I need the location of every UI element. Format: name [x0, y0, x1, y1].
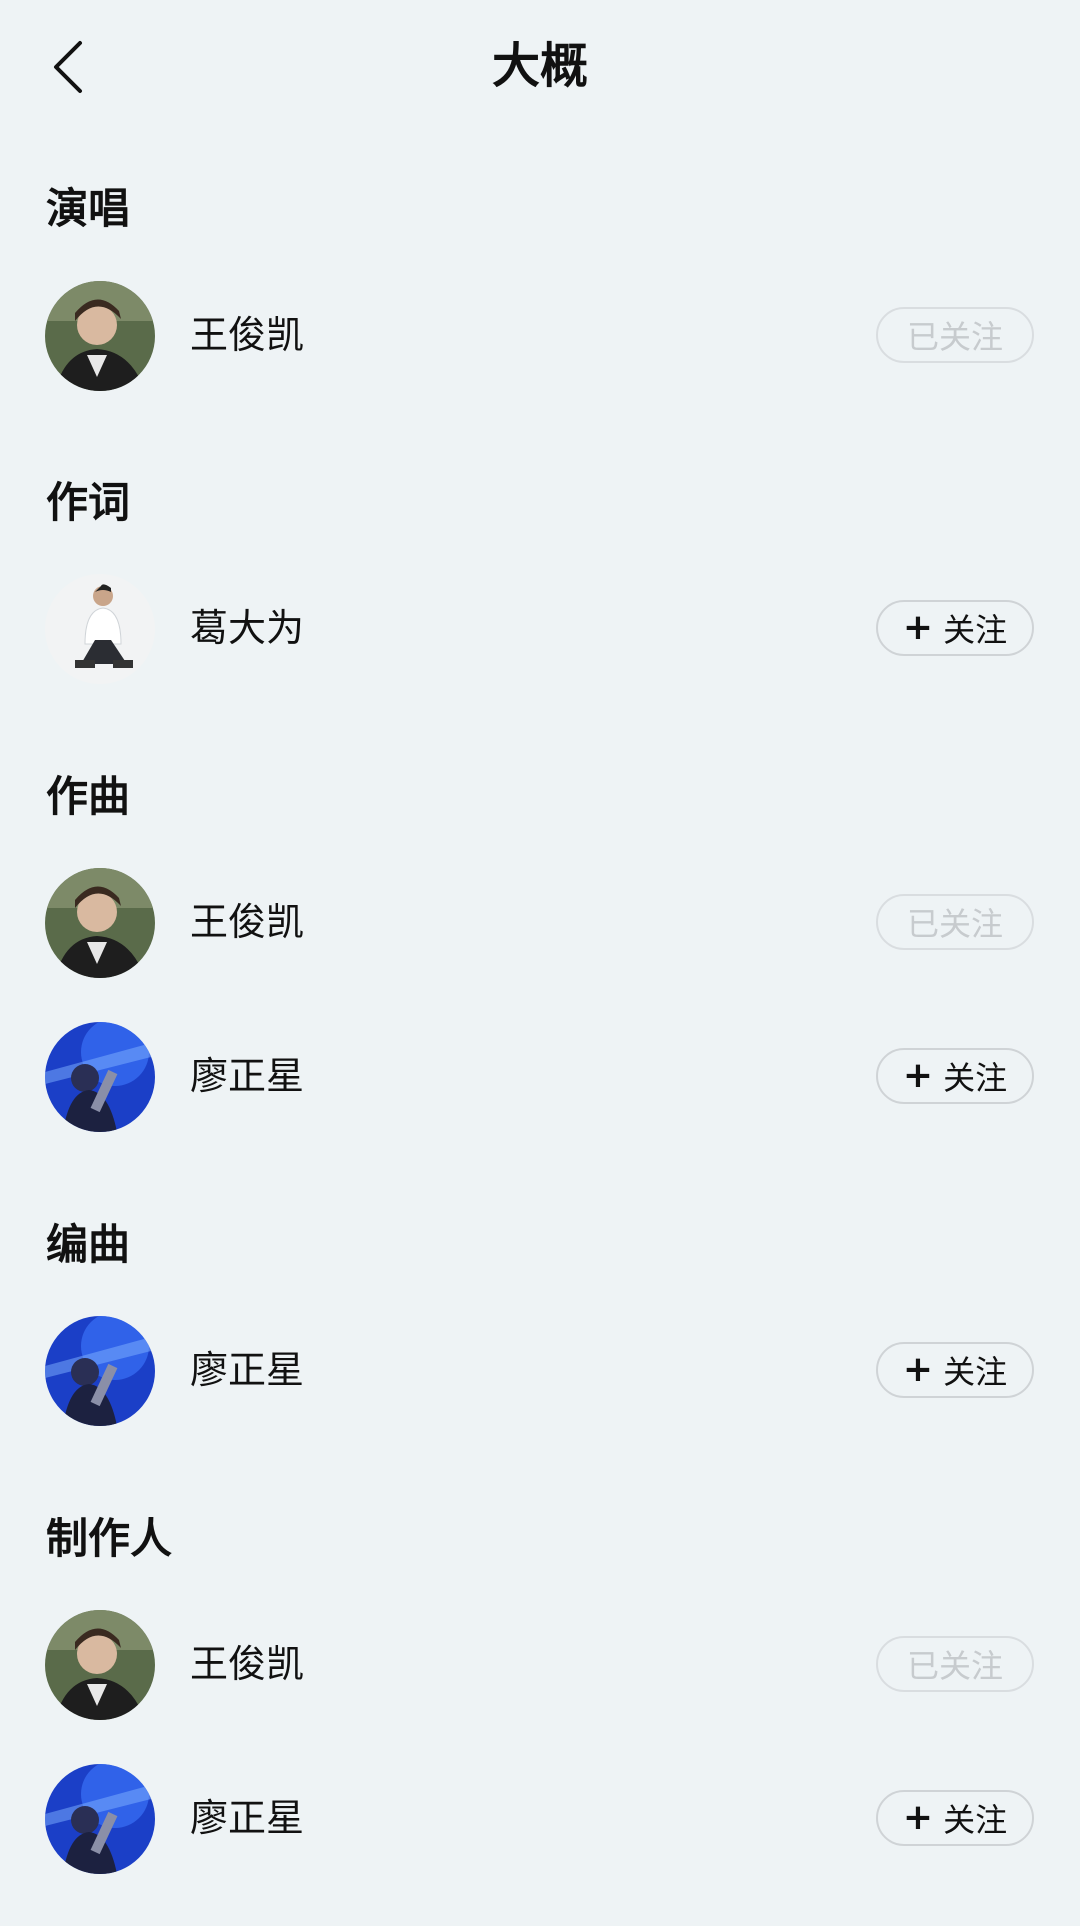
plus-icon: +	[902, 1797, 934, 1838]
plus-icon: +	[902, 607, 934, 648]
person-name: 廖正星	[190, 1054, 305, 1098]
person-name: 廖正星	[190, 1348, 305, 1392]
person-row[interactable]: 王俊凯 已关注	[0, 281, 1080, 393]
follow-button[interactable]: + 关注	[876, 1048, 1034, 1104]
avatar[interactable]	[45, 1764, 155, 1874]
person-name: 王俊凯	[190, 1642, 305, 1686]
person-name: 王俊凯	[190, 900, 305, 944]
follow-button[interactable]: + 关注	[876, 600, 1034, 656]
follow-button[interactable]: + 关注	[876, 1342, 1034, 1398]
following-button[interactable]: 已关注	[876, 894, 1034, 950]
plus-icon: +	[902, 1055, 934, 1096]
follow-label: 已关注	[906, 1647, 1003, 1685]
avatar[interactable]	[45, 868, 155, 978]
follow-label: 已关注	[906, 318, 1003, 356]
avatar[interactable]	[45, 1610, 155, 1720]
follow-label: 已关注	[906, 905, 1003, 943]
follow-label: 关注	[943, 1353, 1008, 1391]
avatar[interactable]	[45, 281, 155, 391]
person-name: 王俊凯	[190, 313, 305, 357]
header: 大概	[0, 0, 1080, 130]
person-row[interactable]: 廖正星 + 关注	[0, 1764, 1080, 1876]
follow-button[interactable]: + 关注	[876, 1790, 1034, 1846]
follow-label: 关注	[943, 1059, 1008, 1097]
follow-label: 关注	[943, 1801, 1008, 1839]
person-row[interactable]: 廖正星 + 关注	[0, 1022, 1080, 1134]
avatar[interactable]	[45, 1022, 155, 1132]
avatar[interactable]	[45, 574, 155, 684]
section-title-arranger: 编曲	[46, 1220, 131, 1269]
person-row[interactable]: 廖正星 + 关注	[0, 1316, 1080, 1428]
following-button[interactable]: 已关注	[876, 307, 1034, 363]
person-row[interactable]: 王俊凯 已关注	[0, 868, 1080, 980]
section-title-producer: 制作人	[46, 1514, 173, 1563]
person-name: 廖正星	[190, 1796, 305, 1840]
following-button[interactable]: 已关注	[876, 1636, 1034, 1692]
avatar[interactable]	[45, 1316, 155, 1426]
follow-label: 关注	[943, 611, 1008, 649]
section-title-singer: 演唱	[46, 184, 131, 233]
person-name: 葛大为	[190, 606, 305, 650]
section-title-composer: 作曲	[46, 772, 131, 821]
person-row[interactable]: 王俊凯 已关注	[0, 1610, 1080, 1722]
page-title: 大概	[491, 38, 588, 94]
plus-icon: +	[902, 1349, 934, 1390]
person-row[interactable]: 葛大为 + 关注	[0, 574, 1080, 686]
section-title-lyricist: 作词	[46, 478, 131, 527]
